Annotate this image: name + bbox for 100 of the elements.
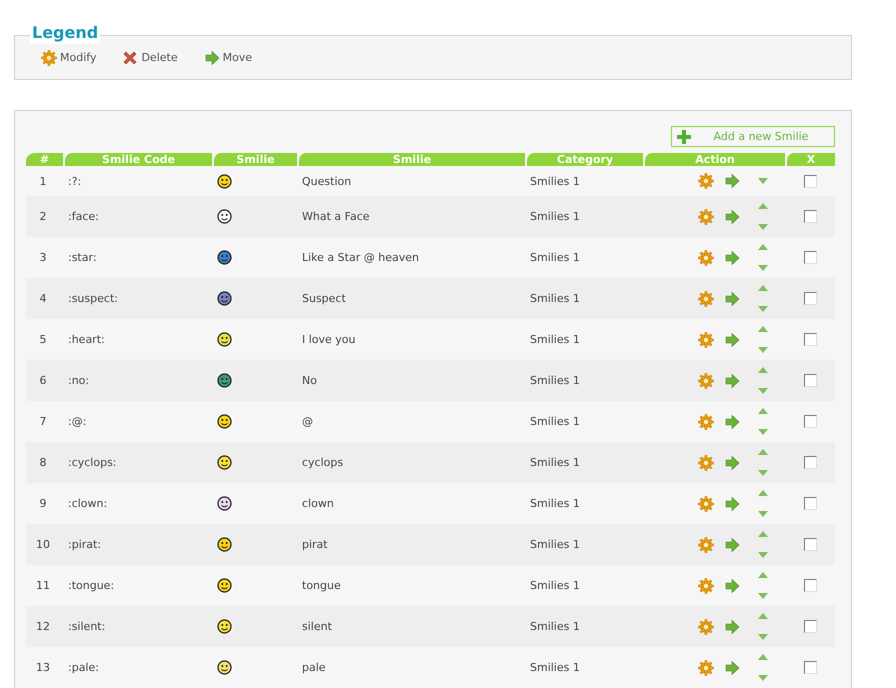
edit-gear-icon[interactable] xyxy=(698,660,714,676)
category-name: Smilies 1 xyxy=(530,251,580,264)
arrow-icon[interactable] xyxy=(724,618,740,634)
move-up-icon[interactable] xyxy=(758,408,768,414)
move-up-icon[interactable] xyxy=(758,613,768,619)
arrow-icon[interactable] xyxy=(724,332,740,348)
category-name: Smilies 1 xyxy=(530,661,580,674)
column-header: Smilie Code xyxy=(63,153,212,166)
select-checkbox[interactable] xyxy=(804,538,817,552)
select-checkbox[interactable] xyxy=(804,620,817,634)
arrow-icon[interactable] xyxy=(724,578,740,594)
edit-gear-icon[interactable] xyxy=(698,618,714,634)
smilie-code: :tongue: xyxy=(68,579,114,592)
arrow-icon[interactable] xyxy=(724,414,740,430)
move-down-icon[interactable] xyxy=(758,675,768,681)
row-number: 6 xyxy=(40,374,46,387)
category-name: Smilies 1 xyxy=(530,415,580,428)
smilie-name: @ xyxy=(302,415,313,428)
edit-gear-icon[interactable] xyxy=(698,208,714,224)
smilie-code: :suspect: xyxy=(68,292,118,305)
move-down-icon[interactable] xyxy=(758,470,768,476)
edit-gear-icon[interactable] xyxy=(698,454,714,470)
arrow-icon[interactable] xyxy=(724,454,740,470)
move-up-icon[interactable] xyxy=(758,531,768,537)
move-up-icon[interactable] xyxy=(758,244,768,250)
arrow-icon[interactable] xyxy=(724,173,740,189)
edit-gear-icon[interactable] xyxy=(698,173,714,189)
gear-icon xyxy=(41,50,57,66)
legend-label: Modify xyxy=(60,51,96,64)
smilie-name: Suspect xyxy=(302,292,346,305)
arrow-icon[interactable] xyxy=(724,536,740,552)
select-checkbox[interactable] xyxy=(804,661,817,674)
edit-gear-icon[interactable] xyxy=(698,578,714,594)
select-checkbox[interactable] xyxy=(804,456,817,470)
column-header: Action xyxy=(643,153,786,166)
select-checkbox[interactable] xyxy=(804,579,817,592)
select-checkbox[interactable] xyxy=(804,251,817,264)
edit-gear-icon[interactable] xyxy=(698,332,714,348)
select-checkbox[interactable] xyxy=(804,292,817,306)
move-down-icon[interactable] xyxy=(758,265,768,271)
move-down-icon[interactable] xyxy=(758,552,768,558)
move-down-icon[interactable] xyxy=(758,511,768,517)
add-smilie-button[interactable]: Add a new Smilie xyxy=(671,126,835,147)
arrow-icon[interactable] xyxy=(724,290,740,306)
select-checkbox[interactable] xyxy=(804,415,817,428)
move-down-icon[interactable] xyxy=(758,224,768,230)
row-number: 8 xyxy=(40,456,46,469)
category-name: Smilies 1 xyxy=(530,497,580,510)
edit-gear-icon[interactable] xyxy=(698,250,714,266)
move-down-icon[interactable] xyxy=(758,347,768,353)
row-number: 2 xyxy=(40,210,46,223)
arrow-icon[interactable] xyxy=(724,250,740,266)
move-down-icon[interactable] xyxy=(758,306,768,312)
row-number: 12 xyxy=(36,620,50,633)
move-down-icon[interactable] xyxy=(758,634,768,640)
move-up-icon[interactable] xyxy=(758,654,768,660)
category-name: Smilies 1 xyxy=(530,456,580,469)
cross-icon xyxy=(122,50,138,66)
arrow-icon[interactable] xyxy=(724,372,740,388)
select-checkbox[interactable] xyxy=(804,374,817,388)
arrow-icon[interactable] xyxy=(724,496,740,512)
smilie-code: :silent: xyxy=(68,620,106,633)
edit-gear-icon[interactable] xyxy=(698,372,714,388)
move-up-icon[interactable] xyxy=(758,490,768,496)
move-up-icon[interactable] xyxy=(758,572,768,578)
select-checkbox[interactable] xyxy=(804,497,817,510)
row-number: 9 xyxy=(40,497,46,510)
move-down-icon[interactable] xyxy=(758,178,768,184)
smilie-name: No xyxy=(302,374,317,387)
smilie-name: clown xyxy=(302,497,334,510)
smilie-name: What a Face xyxy=(302,210,370,223)
move-down-icon[interactable] xyxy=(758,429,768,435)
smilie-code: :no: xyxy=(68,374,90,387)
move-up-icon[interactable] xyxy=(758,367,768,373)
select-checkbox[interactable] xyxy=(804,333,817,346)
select-checkbox[interactable] xyxy=(804,174,817,188)
arrow-icon[interactable] xyxy=(724,208,740,224)
arrow-icon[interactable] xyxy=(724,660,740,676)
row-number: 3 xyxy=(40,251,46,264)
edit-gear-icon[interactable] xyxy=(698,496,714,512)
edit-gear-icon[interactable] xyxy=(698,290,714,306)
smilie-name: cyclops xyxy=(302,456,344,469)
move-down-icon[interactable] xyxy=(758,593,768,599)
move-up-icon[interactable] xyxy=(758,326,768,332)
legend-label: Delete xyxy=(141,51,178,64)
smilie-name: Question xyxy=(302,174,352,188)
smilie-code: :pale: xyxy=(68,661,99,674)
row-number: 4 xyxy=(40,292,46,305)
column-header: Category xyxy=(525,153,643,166)
category-name: Smilies 1 xyxy=(530,333,580,346)
move-down-icon[interactable] xyxy=(758,388,768,394)
select-checkbox[interactable] xyxy=(804,210,817,224)
edit-gear-icon[interactable] xyxy=(698,536,714,552)
edit-gear-icon[interactable] xyxy=(698,414,714,430)
move-up-icon[interactable] xyxy=(758,203,768,209)
move-up-icon[interactable] xyxy=(758,285,768,291)
smilie-name: silent xyxy=(302,620,332,633)
move-up-icon[interactable] xyxy=(758,449,768,455)
column-header: # xyxy=(26,153,63,166)
column-header: X xyxy=(785,153,836,166)
